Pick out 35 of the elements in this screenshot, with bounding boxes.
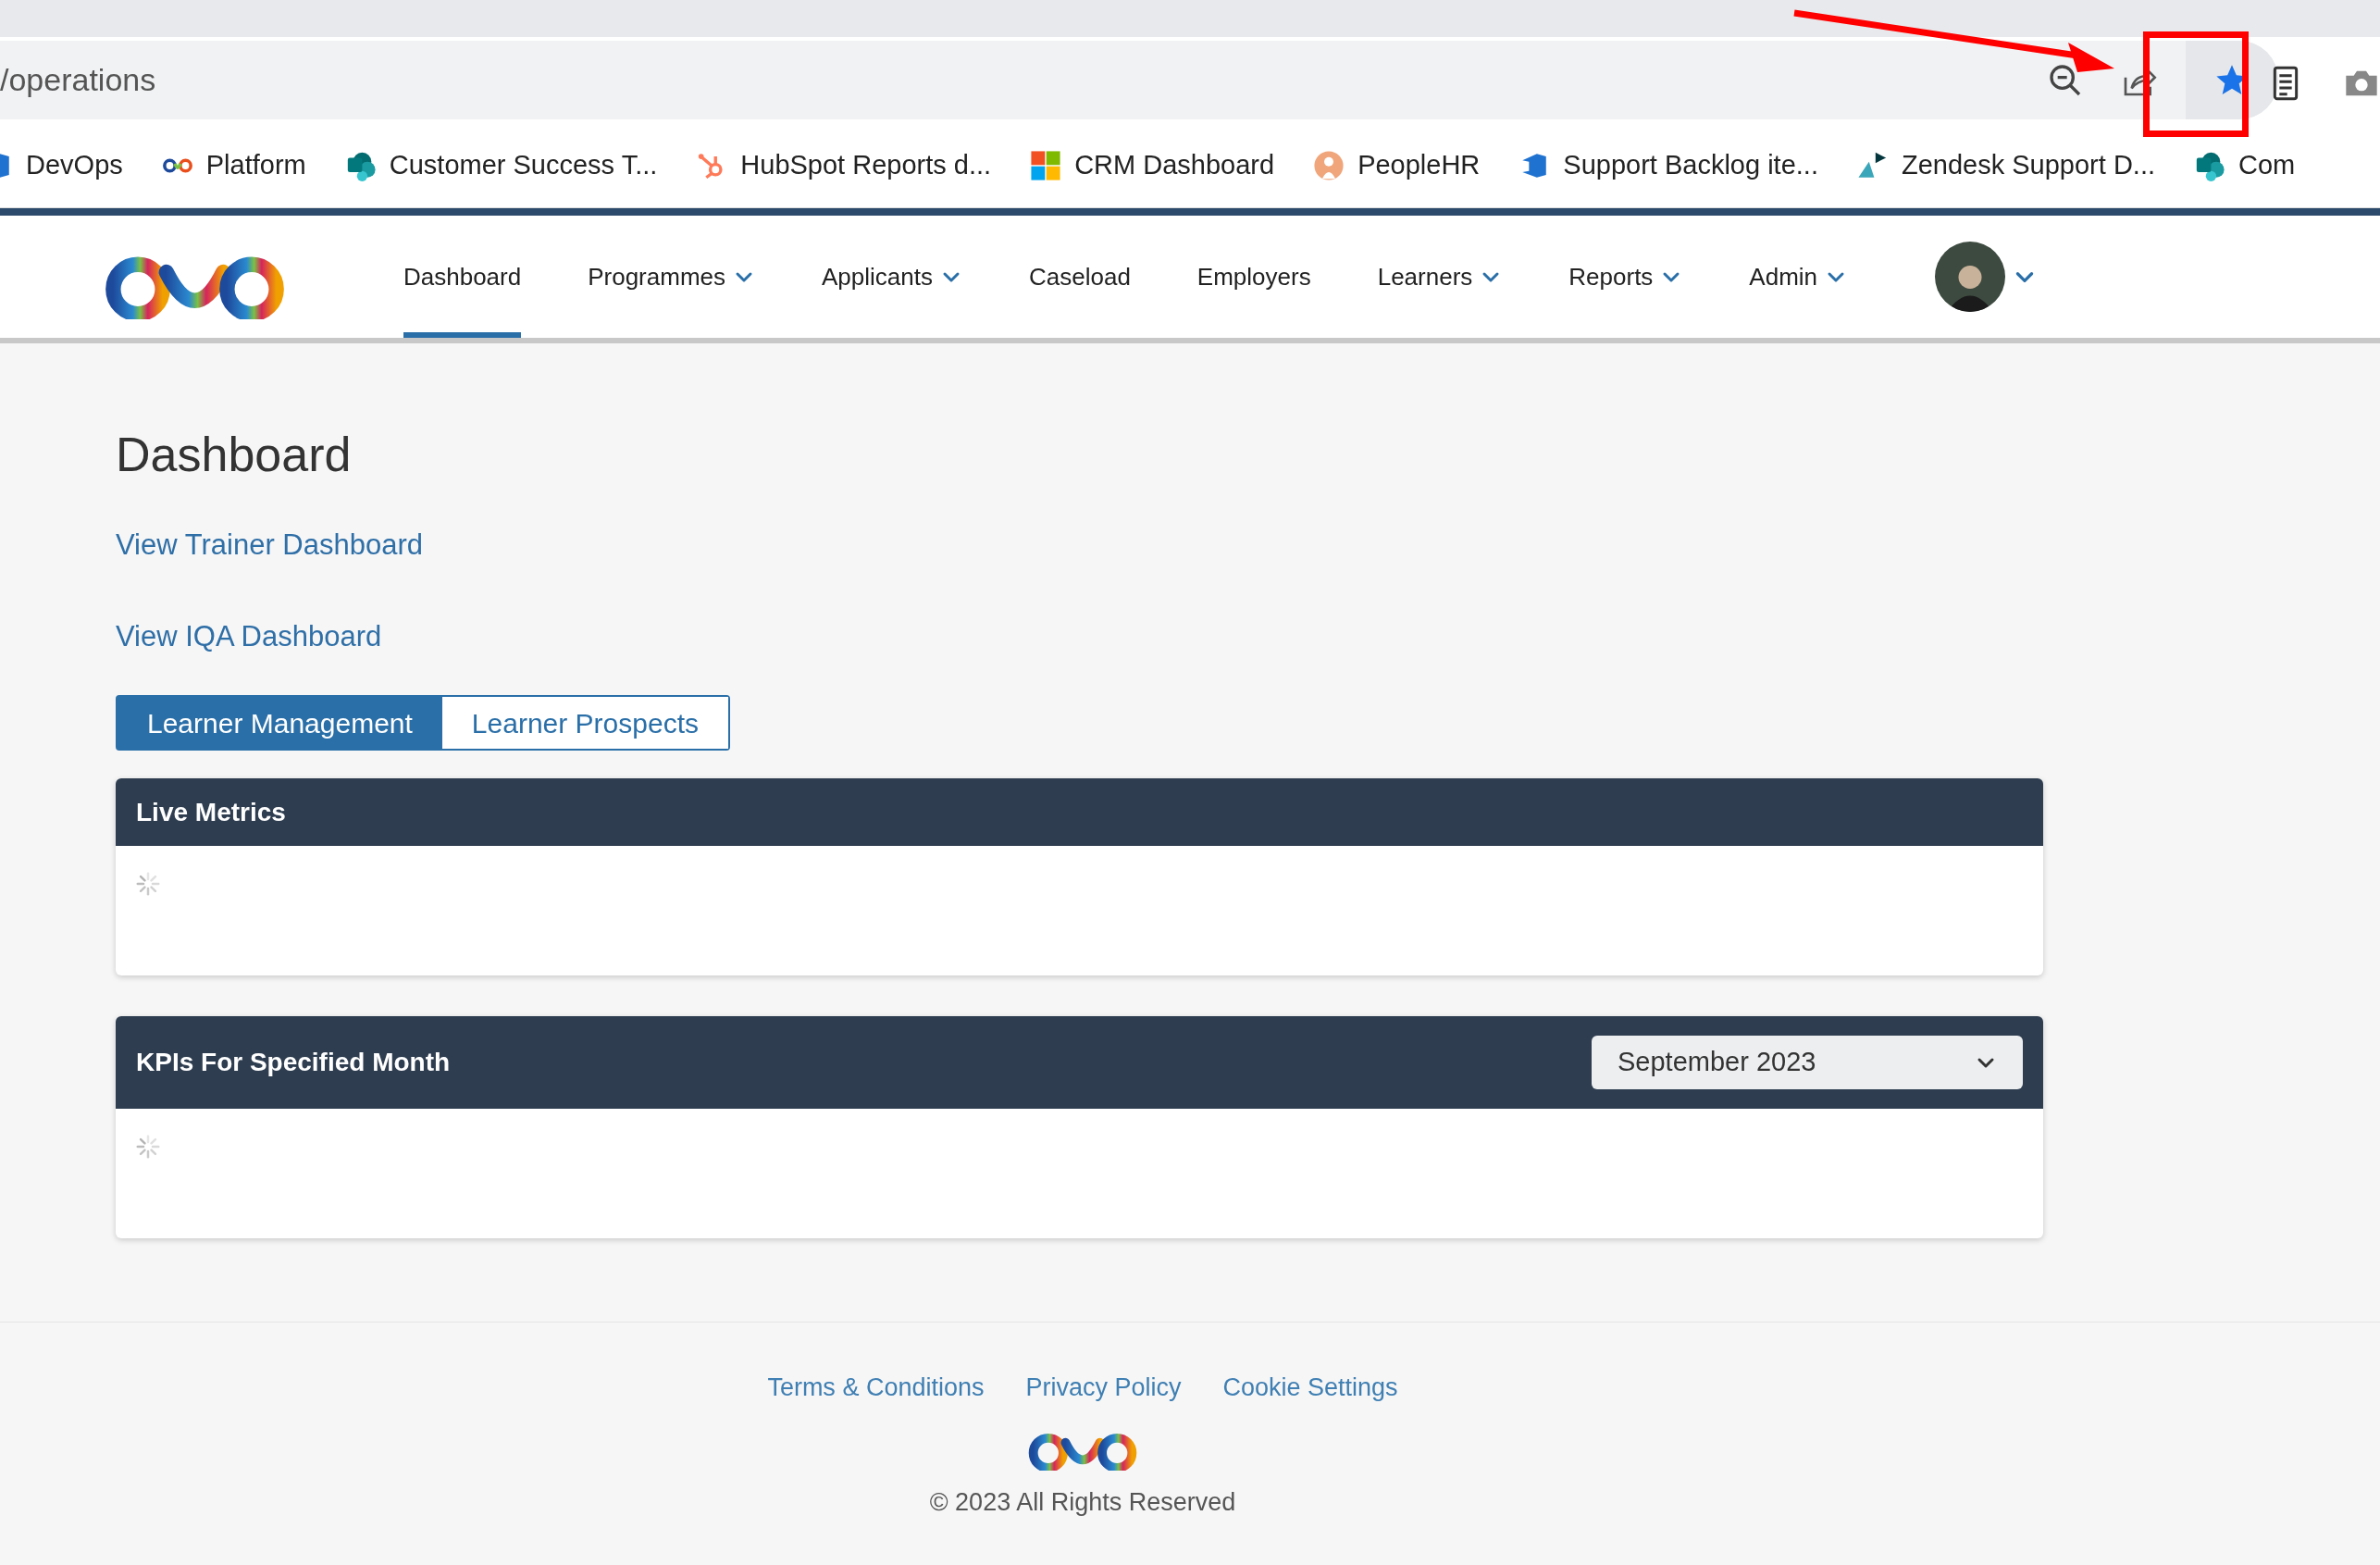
footer-link[interactable]: Terms & Conditions [767, 1369, 985, 1407]
dashboard-link[interactable]: View IQA Dashboard [116, 615, 382, 658]
panel-title: Live Metrics [136, 796, 286, 828]
bookmark-star-button[interactable] [2186, 41, 2278, 119]
footer-link[interactable]: Privacy Policy [1025, 1369, 1182, 1407]
person-icon [1313, 149, 1345, 181]
bookmark-link[interactable]: Zendesk Support D... [1901, 144, 2155, 186]
bookmark-link[interactable]: Com [2238, 144, 2296, 186]
bookmark-link[interactable]: PeopleHR [1357, 144, 1481, 186]
bookmark-link[interactable]: DevOps [26, 144, 123, 186]
nav-item[interactable]: Employers [1196, 216, 1311, 338]
nav-item[interactable]: Learners [1377, 216, 1503, 338]
bookmark-link[interactable]: Customer Success T... [389, 144, 658, 186]
logo-icon [161, 157, 193, 173]
panel-title: KPIs For Specified Month [136, 1047, 451, 1078]
month-select[interactable]: September 2023 [1592, 1036, 2023, 1089]
nav-item[interactable]: Admin [1749, 216, 1848, 338]
bookmark-link[interactable]: Support Backlog ite... [1563, 144, 1818, 186]
tab[interactable]: Learner Management [118, 697, 442, 749]
dashboard-link[interactable]: View Trainer Dashboard [116, 524, 423, 567]
address-bar[interactable]: /operations [0, 41, 2278, 119]
page-title: Dashboard [116, 427, 353, 483]
bookmark-link[interactable]: Platform [205, 144, 306, 186]
windows-icon [1030, 149, 1062, 181]
nav-item[interactable]: Programmes [588, 216, 756, 338]
nav-item[interactable]: Caseload [1029, 216, 1131, 338]
nav-item[interactable]: Dashboard [403, 216, 522, 338]
footer-link[interactable]: Cookie Settings [1222, 1369, 1398, 1407]
nav-item[interactable]: Reports [1568, 216, 1683, 338]
bookmark-link[interactable]: HubSpot Reports d... [740, 144, 992, 186]
copyright-text: © 2023 All Rights Reserved [929, 1487, 1236, 1519]
bookmark-link[interactable]: CRM Dashboard [1074, 144, 1275, 186]
tab[interactable]: Learner Prospects [441, 697, 728, 749]
nav-item[interactable]: Applicants [822, 216, 962, 338]
url-text: /operations [0, 61, 156, 99]
